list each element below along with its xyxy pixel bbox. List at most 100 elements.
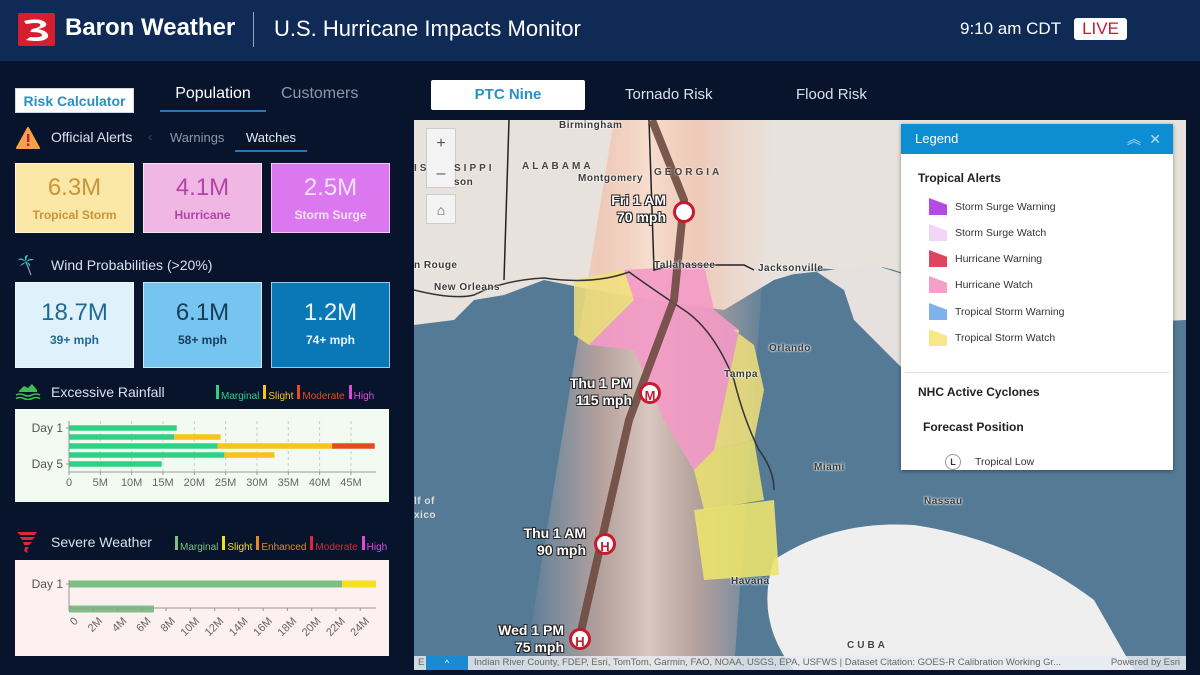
hurricane-icon[interactable]: H (569, 628, 591, 650)
legend-swatch (297, 385, 301, 399)
legend-swatch (175, 536, 178, 550)
x-tick-label: 20M (300, 615, 324, 639)
excessive-rainfall-title: Excessive Rainfall (51, 384, 165, 400)
tab-ptc-nine[interactable]: PTC Nine (431, 80, 585, 110)
bar-segment (69, 605, 154, 613)
x-tick-label: 4M (110, 615, 129, 634)
close-icon[interactable]: ✕ (1149, 124, 1161, 154)
card-value: 18.7M (41, 299, 108, 326)
tropical-storm-icon[interactable] (673, 201, 695, 223)
collapse-icon[interactable]: ︽ (1127, 124, 1141, 154)
card-value: 4.1M (175, 174, 230, 201)
x-tick-label: 10M (179, 615, 203, 639)
bar-segment (174, 434, 221, 440)
legend-label: Slight (268, 391, 294, 402)
country-label: CUBA (847, 640, 888, 651)
forecast-wind: 75 mph (514, 639, 564, 655)
tropical-low-icon: L (945, 454, 961, 470)
legend-header: Legend ︽ ✕ (901, 124, 1173, 154)
bar-segment (69, 580, 343, 588)
risk-calculator-button[interactable]: Risk Calculator (15, 88, 134, 113)
legend-item: Storm Surge Watch (929, 224, 1046, 241)
legend-swatch (929, 198, 947, 215)
baron-logo-icon (18, 13, 55, 46)
legend-swatch (361, 536, 365, 550)
city-label: Jacksonville (758, 263, 824, 274)
wind-39-card[interactable]: 18.7M 39+ mph (15, 282, 134, 368)
x-tick-label: 25M (215, 477, 236, 489)
severe-weather-chart: 0 2M 4M 6M 8M 10M 12M 14M 16M 18M 20M 22M 24M Day 1 (15, 560, 389, 656)
card-value: 1.2M (303, 299, 358, 326)
zoom-in-button[interactable]: + (427, 129, 455, 159)
forecast-time: Thu 1 AM (523, 525, 586, 541)
x-tick-label: 5M (93, 477, 108, 489)
subtab-warnings[interactable]: Warnings (170, 130, 224, 145)
x-tick-label: 0 (66, 477, 72, 489)
rainfall-legend: Marginal Slight Moderate High (216, 385, 374, 402)
hurricane-icon[interactable]: H (594, 533, 616, 555)
legend-entry: High (348, 385, 374, 402)
tab-customers[interactable]: Customers (281, 85, 358, 103)
legend-item: Hurricane Warning (929, 250, 1042, 267)
legend-swatch (222, 536, 226, 550)
city-label: son (454, 177, 474, 188)
severe-weather-title: Severe Weather (51, 534, 152, 550)
x-tick-label: 30M (246, 477, 267, 489)
legend-item: Hurricane Watch (929, 276, 1033, 293)
y-tick-label: Day 1 (32, 421, 64, 435)
left-panel: Risk Calculator Population Customers Off… (0, 61, 405, 675)
flood-icon (15, 382, 41, 405)
card-label: 74+ mph (305, 333, 356, 347)
top-bar: Baron Weather U.S. Hurricane Impacts Mon… (0, 0, 1200, 61)
subtab-prev-arrow[interactable]: ‹ (148, 129, 152, 144)
tab-tornado-risk[interactable]: Tornado Risk (625, 80, 713, 110)
legend-swatch (929, 250, 947, 267)
rainfall-chart: 0 5M 10M 15M 20M 25M 30M 35M 40M 45M Day 1 Day 5 (15, 409, 389, 502)
y-tick-label: Day 1 (32, 577, 64, 591)
forecast-wind: 70 mph (616, 209, 666, 225)
tab-population[interactable]: Population (160, 85, 266, 112)
storm-surge-card[interactable]: 2.5M Storm Surge (271, 163, 390, 233)
legend-swatch (929, 224, 947, 241)
city-label: New Orleans (434, 282, 501, 293)
card-value: 2.5M (303, 174, 358, 201)
bar-segment (69, 443, 218, 449)
alert-cards: 6.3M Tropical Storm 4.1M Hurricane 2.5M … (15, 163, 390, 233)
forecast-label: Wed 1 PM 75 mph (484, 622, 564, 656)
card-label: 39+ mph (49, 333, 100, 347)
card-label: Storm Surge (294, 208, 367, 222)
city-label: n Rouge (414, 260, 458, 271)
wind-74-card[interactable]: 1.2M 74+ mph (271, 282, 390, 368)
tab-flood-risk[interactable]: Flood Risk (796, 80, 867, 110)
forecast-label: Fri 1 AM 70 mph (592, 192, 666, 226)
state-label: GEORGIA (654, 167, 723, 178)
x-tick-label: 35M (278, 477, 299, 489)
x-tick-label: 2M (86, 615, 105, 634)
subtab-watches[interactable]: Watches (235, 130, 307, 152)
zoom-out-button[interactable]: – (427, 159, 455, 189)
wind-cards: 18.7M 39+ mph 6.1M 58+ mph 1.2M 74+ mph (15, 282, 390, 368)
home-button[interactable]: ⌂ (426, 194, 456, 224)
hurricane-card[interactable]: 4.1M Hurricane (143, 163, 262, 233)
city-label: Orlando (769, 343, 811, 354)
legend-swatch (216, 385, 219, 399)
wind-58-card[interactable]: 6.1M 58+ mph (143, 282, 262, 368)
x-tick-label: 15M (152, 477, 173, 489)
legend-title: Legend (915, 131, 959, 146)
legend-item: Storm Surge Warning (929, 198, 1056, 215)
bar-segment (224, 452, 275, 458)
severe-chart-svg: 0 2M 4M 6M 8M 10M 12M 14M 16M 18M 20M 22M 24M Day 1 (32, 577, 376, 639)
bar-segment (217, 443, 333, 449)
city-label: Birmingham (559, 120, 623, 131)
app-title: U.S. Hurricane Impacts Monitor (274, 16, 581, 41)
legend-label: Moderate (302, 391, 345, 402)
legend-item-label: Hurricane Warning (955, 252, 1043, 265)
major-hurricane-icon[interactable]: M (639, 382, 661, 404)
legend-item-label: Tropical Storm Watch (955, 331, 1056, 344)
attribution-toggle-button[interactable]: ^ (426, 656, 468, 670)
legend-section-subtitle: Forecast Position (923, 420, 1024, 434)
x-tick-label: 45M (340, 477, 361, 489)
tropical-storm-card[interactable]: 6.3M Tropical Storm (15, 163, 134, 233)
brand-name: Baron Weather (65, 14, 236, 41)
legend-label: Marginal (221, 391, 260, 402)
